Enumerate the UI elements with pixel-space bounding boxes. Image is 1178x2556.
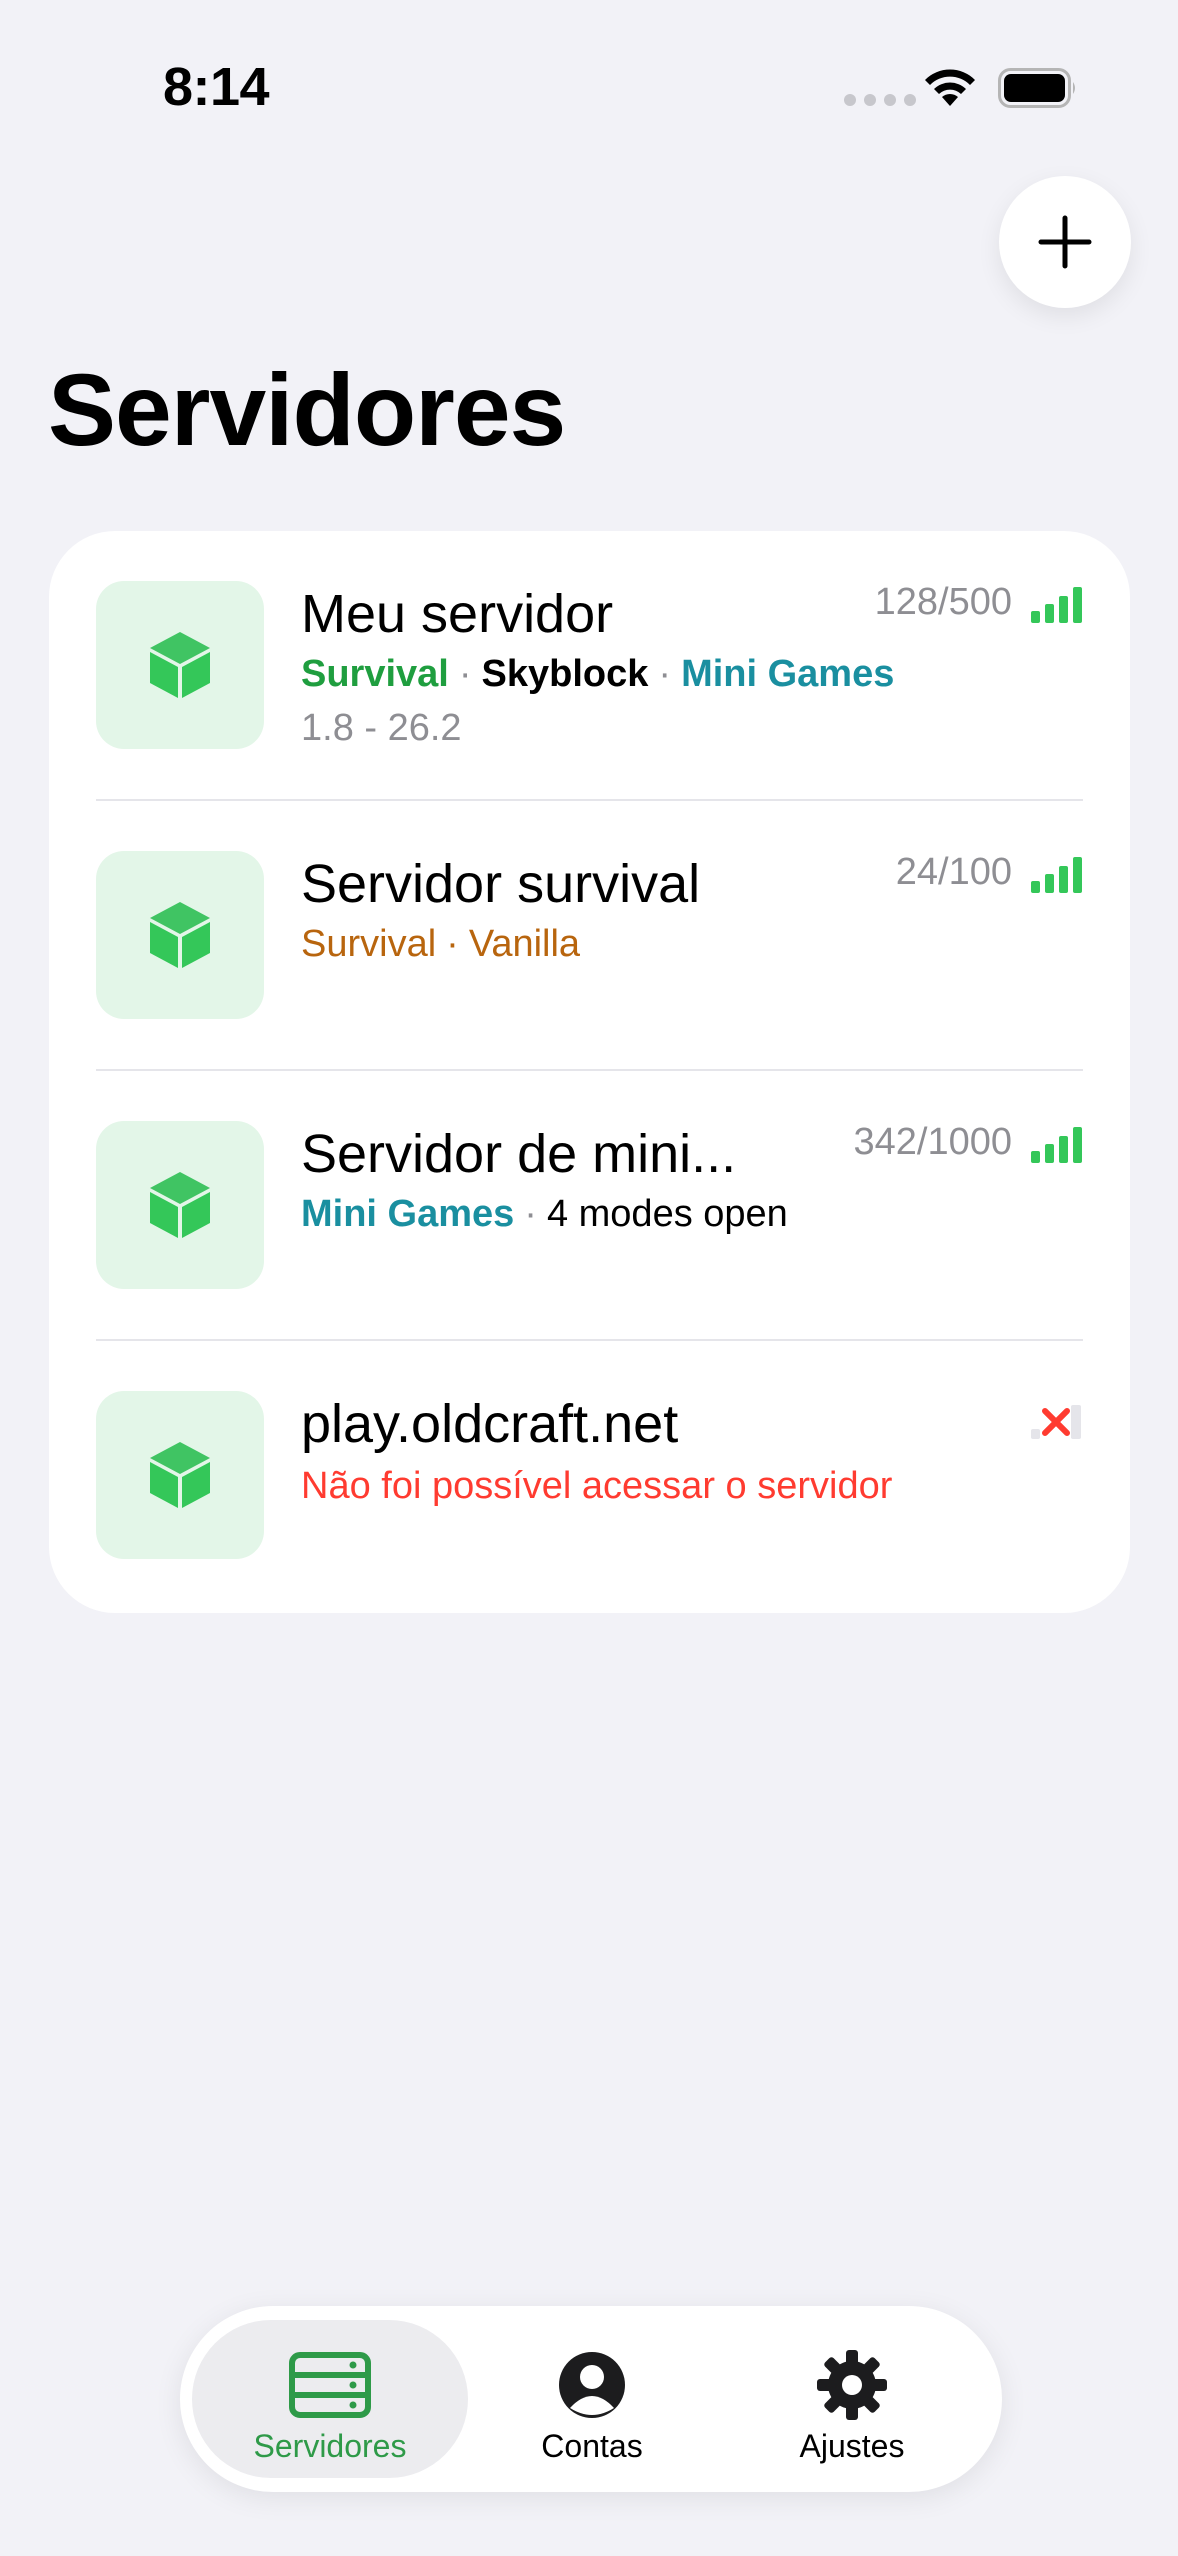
server-row[interactable]: Servidor survival Survival · Vanilla 24/10…: [49, 801, 1130, 1071]
tab-label: Contas: [541, 2428, 643, 2464]
server-icon-tile: [96, 851, 264, 1019]
server-tag: Mini Games: [681, 653, 895, 695]
gear-icon: [810, 2350, 894, 2420]
server-icon-tile: [96, 581, 264, 749]
server-name: Servidor survival: [301, 854, 701, 914]
cube-icon: [150, 902, 210, 968]
battery-icon: [998, 68, 1075, 108]
server-tags: Mini Games · 4 modes open: [301, 1193, 788, 1236]
server-tag: 4 modes open: [546, 1193, 788, 1235]
server-tags: Survival · Skyblock · Mini Games: [301, 653, 894, 696]
account-icon: [550, 2350, 634, 2420]
tab-servidores[interactable]: Servidores: [192, 2320, 468, 2478]
server-version: 1.8 - 26.2: [301, 707, 462, 749]
server-icon: [288, 2350, 372, 2420]
player-count: 24/100: [895, 851, 1012, 893]
server-tag: Vanilla: [468, 923, 581, 965]
page-title: Servidores: [48, 353, 566, 467]
wifi-icon: [925, 69, 975, 106]
tag-separator: ·: [458, 653, 472, 695]
server-tags: Survival · Vanilla: [301, 923, 580, 966]
tag-separator: ·: [658, 653, 672, 695]
status-time: 8:14: [163, 57, 270, 117]
server-name: play.oldcraft.net: [301, 1394, 679, 1454]
cube-icon: [150, 1172, 210, 1238]
tab-label: Ajustes: [799, 2428, 905, 2464]
player-count: 128/500: [874, 581, 1012, 623]
add-server-button[interactable]: [999, 176, 1131, 308]
server-tag: Survival: [301, 653, 449, 695]
tab-contas[interactable]: Contas: [454, 2320, 730, 2478]
server-tag: Mini Games: [301, 1193, 515, 1235]
tab-label: Servidores: [253, 2428, 407, 2464]
server-row[interactable]: Meu servidor Survival · Skyblock · Mini Game…: [49, 531, 1130, 801]
server-tag: Survival: [301, 923, 437, 965]
server-icon-tile: [96, 1121, 264, 1289]
tab-ajustes[interactable]: Ajustes: [714, 2320, 990, 2478]
player-count: 342/1000: [853, 1121, 1013, 1163]
server-name: Meu servidor: [301, 584, 614, 644]
tag-separator: ·: [446, 923, 459, 965]
cube-icon: [150, 632, 210, 698]
server-error-message: Não foi possível acessar o servidor: [301, 1465, 893, 1507]
server-row[interactable]: play.oldcraft.net Não foi possível acess…: [49, 1341, 1130, 1611]
server-tag: Skyblock: [481, 653, 649, 695]
plus-icon: [1038, 215, 1092, 269]
server-name: Servidor de mini...: [301, 1124, 737, 1184]
server-icon-tile: [96, 1391, 264, 1559]
signal-bars-icon: [1031, 857, 1082, 893]
tab-bar: Servidores Contas Ajustes: [180, 2306, 1002, 2492]
server-list: Meu servidor Survival · Skyblock · Mini Game…: [49, 531, 1130, 1613]
server-row[interactable]: Servidor de mini... Mini Games · 4 modes o…: [49, 1071, 1130, 1341]
signal-bars-icon: [1031, 1127, 1082, 1163]
signal-error-icon: [1031, 1405, 1081, 1439]
cellular-signal-icon: [844, 94, 916, 106]
tag-separator: ·: [524, 1193, 537, 1235]
signal-bars-icon: [1031, 587, 1082, 623]
cube-icon: [150, 1442, 210, 1508]
status-bar: 8:14: [0, 0, 1178, 170]
